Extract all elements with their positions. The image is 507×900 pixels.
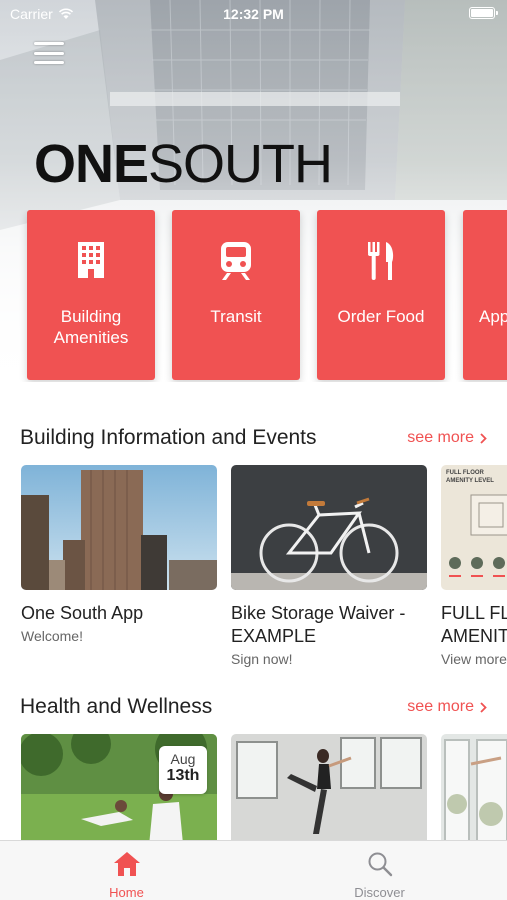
card-title-line-2: EXAMPLE <box>231 626 317 646</box>
building-icon <box>78 242 104 278</box>
section-title: Health and Wellness <box>20 695 213 718</box>
card-subtitle: Welcome! <box>21 628 83 644</box>
see-more-label: see more <box>407 429 474 446</box>
battery-icon <box>469 7 498 19</box>
tile-app[interactable]: App <box>463 210 507 380</box>
window-stretch-image <box>441 734 507 840</box>
fork-knife-icon <box>368 242 394 280</box>
badge-month: Aug <box>170 751 196 767</box>
chevron-right-icon <box>480 432 487 444</box>
card-bike-storage-waiver[interactable]: Bike Storage Waiver - EXAMPLE Sign now! <box>231 465 427 667</box>
badge-day: 13th <box>166 767 200 784</box>
tile-label: Order Food <box>337 307 425 326</box>
card-outdoor-yoga[interactable]: Aug 13th <box>21 734 217 840</box>
tile-transit[interactable]: Transit <box>172 210 300 380</box>
card-dance-studio[interactable] <box>231 734 427 840</box>
train-icon <box>221 242 251 280</box>
clock: 12:32 PM <box>223 6 284 22</box>
tab-home[interactable]: Home <box>0 841 253 900</box>
section-header-building-info: Building Information and Events see more <box>20 426 487 456</box>
chevron-right-icon <box>480 701 487 713</box>
tile-building-amenities[interactable]: Building Amenities <box>27 210 155 380</box>
one-south-logo: ONESOUTH <box>34 134 333 194</box>
card-title-line-1: Bike Storage Waiver - <box>231 603 406 623</box>
tile-label: Building Amenities <box>53 307 129 347</box>
card-subtitle: View more <box>441 651 507 667</box>
floor-plan-image: FULL FLOOR AMENITY LEVEL <box>441 465 507 590</box>
tile-label: App <box>479 307 507 326</box>
dance-studio-image <box>231 734 427 840</box>
see-more-label: see more <box>407 698 474 715</box>
hamburger-menu-icon[interactable] <box>34 40 64 66</box>
section-title: Building Information and Events <box>20 426 317 449</box>
section-header-health-wellness: Health and Wellness see more <box>20 695 487 725</box>
search-icon <box>368 852 392 877</box>
card-one-south-app[interactable]: One South App Welcome! <box>21 465 217 644</box>
card-title: Bike Storage Waiver - EXAMPLE <box>231 602 427 648</box>
tab-label: Home <box>109 885 144 900</box>
building-info-carousel[interactable]: One South App Welcome! Bike Storage Waiv… <box>0 465 507 675</box>
tile-label: Transit <box>210 307 262 326</box>
card-window-stretch[interactable] <box>441 734 507 840</box>
quick-actions-carousel[interactable]: Building Amenities Transit Order Food Ap… <box>0 210 507 382</box>
logo-part-south: SOUTH <box>148 134 333 194</box>
card-full-floor-amenity[interactable]: FULL FLOOR AMENITY LEVEL FULL FL AMENIT V… <box>441 465 507 667</box>
bicycle-image <box>231 465 427 590</box>
tab-discover[interactable]: Discover <box>253 841 506 900</box>
event-date-badge: Aug 13th <box>159 746 207 794</box>
city-skyline-image <box>21 465 217 590</box>
tab-label: Discover <box>354 885 405 900</box>
yoga-park-image: Aug 13th <box>21 734 217 840</box>
status-bar: Carrier 12:32 PM <box>0 0 507 28</box>
card-title: One South App <box>21 603 144 623</box>
logo-part-one: ONE <box>34 134 149 194</box>
card-subtitle: Sign now! <box>231 651 293 667</box>
card-title-line-2: AMENIT <box>441 626 507 646</box>
home-icon <box>113 852 140 876</box>
card-title: FULL FL AMENIT <box>441 602 507 648</box>
health-wellness-carousel[interactable]: Aug 13th <box>0 734 507 840</box>
tab-bar: Home Discover <box>0 840 507 900</box>
tile-order-food[interactable]: Order Food <box>317 210 445 380</box>
see-more-link[interactable]: see more <box>407 698 487 716</box>
see-more-link[interactable]: see more <box>407 429 487 447</box>
card-title-line-1: FULL FL <box>441 603 507 623</box>
